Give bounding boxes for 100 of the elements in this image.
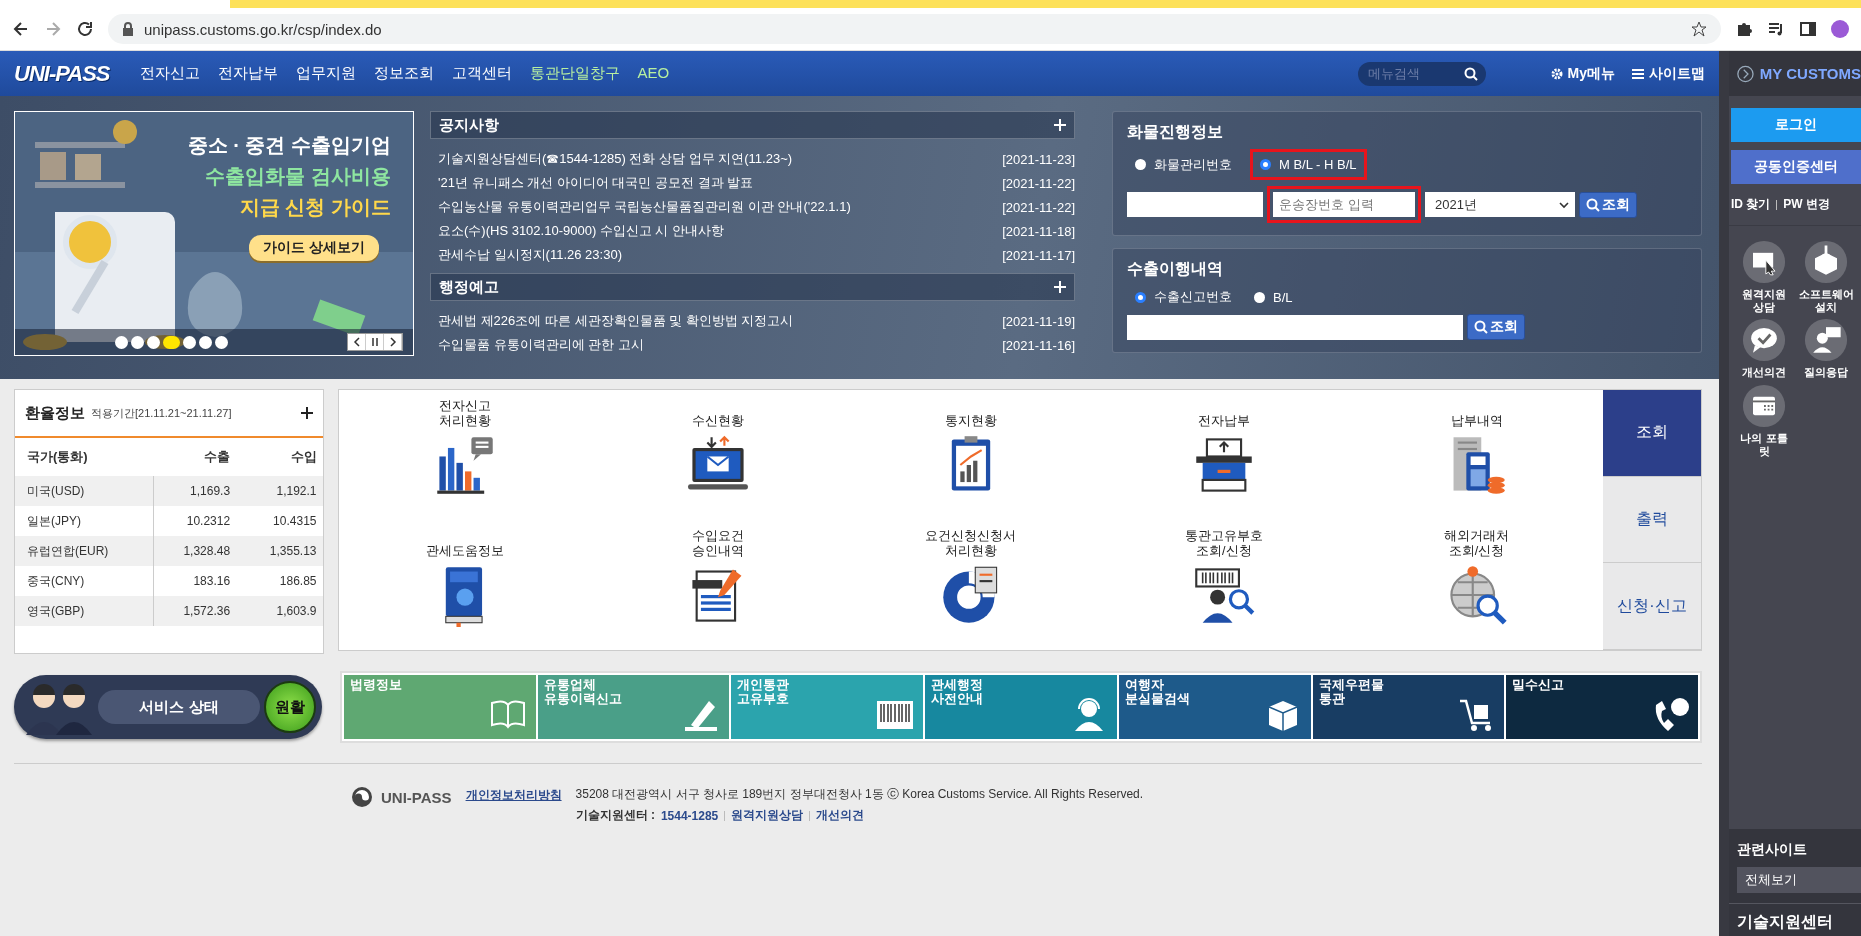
radio-option[interactable]: 화물관리번호 [1131,153,1236,176]
input-field[interactable] [1127,314,1463,340]
related-sites-dropdown[interactable]: 전체보기 [1737,867,1861,893]
column-header: 수출 [153,438,245,476]
pause-icon [370,337,379,347]
star-icon[interactable] [1691,21,1707,37]
support-label: 기술지원센터 : [575,807,655,824]
sidebar-title: MY CUSTOMS [1759,65,1861,82]
support-center-title: 기술지원센터 [1729,904,1861,936]
privacy-link[interactable]: 개인정보처리방침 [465,787,562,804]
search-button[interactable]: 조회 [1579,191,1637,218]
service-item[interactable]: 전자신고 처리현황 [339,390,592,520]
expand-icon[interactable] [1737,63,1754,84]
radio-option[interactable]: 수출신고번호 [1131,286,1236,308]
my-menu-link[interactable]: My메뉴 [1549,64,1615,83]
chat-check-icon [1742,318,1786,363]
notice-link[interactable]: 관세수납 일시정지(11.26 23:30) [438,246,622,264]
notice-link[interactable]: 요소(수)(HS 3102.10-9000) 수입신고 시 안내사항 [438,222,725,240]
column-header: 국가(통화) [15,438,154,476]
service-item[interactable]: 납부내역 [1350,390,1603,520]
notice-link[interactable]: 수입물품 유통이력관리에 관한 고시 [438,336,644,354]
emblem-icon [351,786,373,808]
footer-link[interactable]: 원격지원상담 [731,807,804,824]
side-panel-icon[interactable] [1799,20,1817,38]
service-item[interactable]: 요건신청신청서 처리현황 [844,520,1098,650]
shortcut-tile[interactable]: 관세행정 사전안내 [925,675,1117,739]
nav-menu-item[interactable]: 정보조회 [373,64,434,83]
category-tab[interactable]: 출력 [1603,476,1701,564]
service-item[interactable]: 통관고유부호 조회/신청 [1097,520,1351,650]
nav-menu-item[interactable]: 전자신고 [139,64,200,83]
notice-link[interactable]: 관세법 제226조에 따른 세관장확인물품 및 확인방법 지정고시 [438,312,794,330]
notice-date: [2021-11-17] [1002,247,1075,263]
shortcut-tile[interactable]: 국제우편물 통관 [1312,675,1505,739]
account-link[interactable]: PW 변경 [1783,196,1830,213]
reload-icon[interactable] [76,20,94,38]
service-item[interactable]: 해외거래처 조회/신청 [1350,520,1603,650]
year-dropdown[interactable]: 2021년 [1425,192,1575,217]
table-cell: 1,355.13 [244,536,323,566]
shortcut-item[interactable]: 질의응답 [1795,318,1857,380]
nav-menu-item[interactable]: 통관단일창구 [529,64,620,83]
nav-menu-item[interactable]: 업무지원 [295,64,356,83]
gear-icon [1549,66,1564,81]
input-field[interactable] [1127,192,1263,217]
search-icon[interactable] [1463,66,1478,81]
search-icon [1586,197,1600,212]
notice-link[interactable]: 기술지원상담센터(☎1544-1285) 전화 상담 업무 지연(11.23~) [438,150,793,168]
site-logo[interactable]: UNI-PASS [14,60,110,87]
table-cell: 1,169.3 [153,476,245,506]
sitemap-link[interactable]: 사이트맵 [1631,64,1705,83]
address-bar[interactable]: unipass.customs.go.kr/csp/index.do [108,14,1721,44]
table-cell: 10.2312 [153,506,245,536]
category-tab[interactable]: 조회 [1603,390,1701,477]
shortcut-tile[interactable]: 여행자 분실물검색 [1118,675,1311,739]
lock-icon [122,22,134,36]
shortcut-item[interactable]: 소프트웨어 설치 [1795,240,1857,315]
monitor-cursor-icon [1742,240,1786,284]
shortcut-tile[interactable]: 밀수신고 [1506,675,1699,739]
account-link[interactable]: ID 찾기 [1731,196,1771,213]
puzzle-icon[interactable] [1735,20,1753,38]
certificate-center-button[interactable]: 공동인증센터 [1731,150,1861,184]
table-cell: 1,603.9 [244,596,323,626]
profile-avatar[interactable] [1831,20,1849,38]
service-item[interactable]: 수입요건 승인내역 [591,520,845,650]
shortcut-item[interactable]: 원격지원 상담 [1733,240,1795,315]
panel-title: 수출이행내역 [1127,259,1224,279]
notice-link[interactable]: 수입농산물 유통이력관리업무 국립농산물품질관리원 이관 안내('22.1.1) [438,198,851,216]
shortcut-item[interactable]: 개선의견 [1733,318,1795,380]
waybill-field[interactable]: 운송장번호 입력 [1273,192,1415,217]
menu-search-field[interactable]: 메뉴검색 [1357,61,1486,86]
banner-headline: 지급 신청 가이드 [239,195,391,220]
table-cell: 186.85 [244,566,323,596]
shortcut-item[interactable]: 나의 포틀 릿 [1733,383,1795,458]
category-tab[interactable]: 신청·신고 [1603,563,1701,650]
service-item[interactable]: 관세도움정보 [339,520,592,650]
exchange-title: 환율정보 [25,403,85,423]
playlist-icon[interactable] [1767,20,1785,38]
service-item[interactable]: 전자납부 [1097,390,1351,520]
footer-link[interactable]: 개선의견 [816,807,865,824]
guide-button[interactable]: 가이드 상세보기 [249,235,379,261]
chevron-left-icon [352,337,361,347]
nav-menu-item[interactable]: AEO [637,64,670,83]
table-cell: 1,328.48 [153,536,245,566]
service-item[interactable]: 통지현황 [844,390,1098,520]
section-title: 행정예고 [439,277,499,297]
radio-option[interactable]: M B/L - H B/L [1256,155,1361,174]
search-button[interactable]: 조회 [1467,314,1525,340]
status-label: 서비스 상태 [98,690,260,724]
section-title: 공지사항 [439,115,499,135]
nav-menu-item[interactable]: 고객센터 [451,64,512,83]
back-icon[interactable] [12,20,30,38]
person-chat-icon [1804,318,1848,363]
notice-link[interactable]: '21년 유니패스 개선 아이디어 대국민 공모전 결과 발표 [438,174,754,192]
service-item[interactable]: 수신현황 [591,390,845,520]
radio-option[interactable]: B/L [1250,287,1297,307]
banner-headline: 수출입화물 검사비용 [205,164,391,189]
nav-menu-item[interactable]: 전자납부 [217,64,278,83]
table-cell: 1,192.1 [244,476,323,506]
table-cell: 183.16 [153,566,245,596]
more-button[interactable] [301,407,313,419]
table-cell: 1,572.36 [153,596,245,626]
